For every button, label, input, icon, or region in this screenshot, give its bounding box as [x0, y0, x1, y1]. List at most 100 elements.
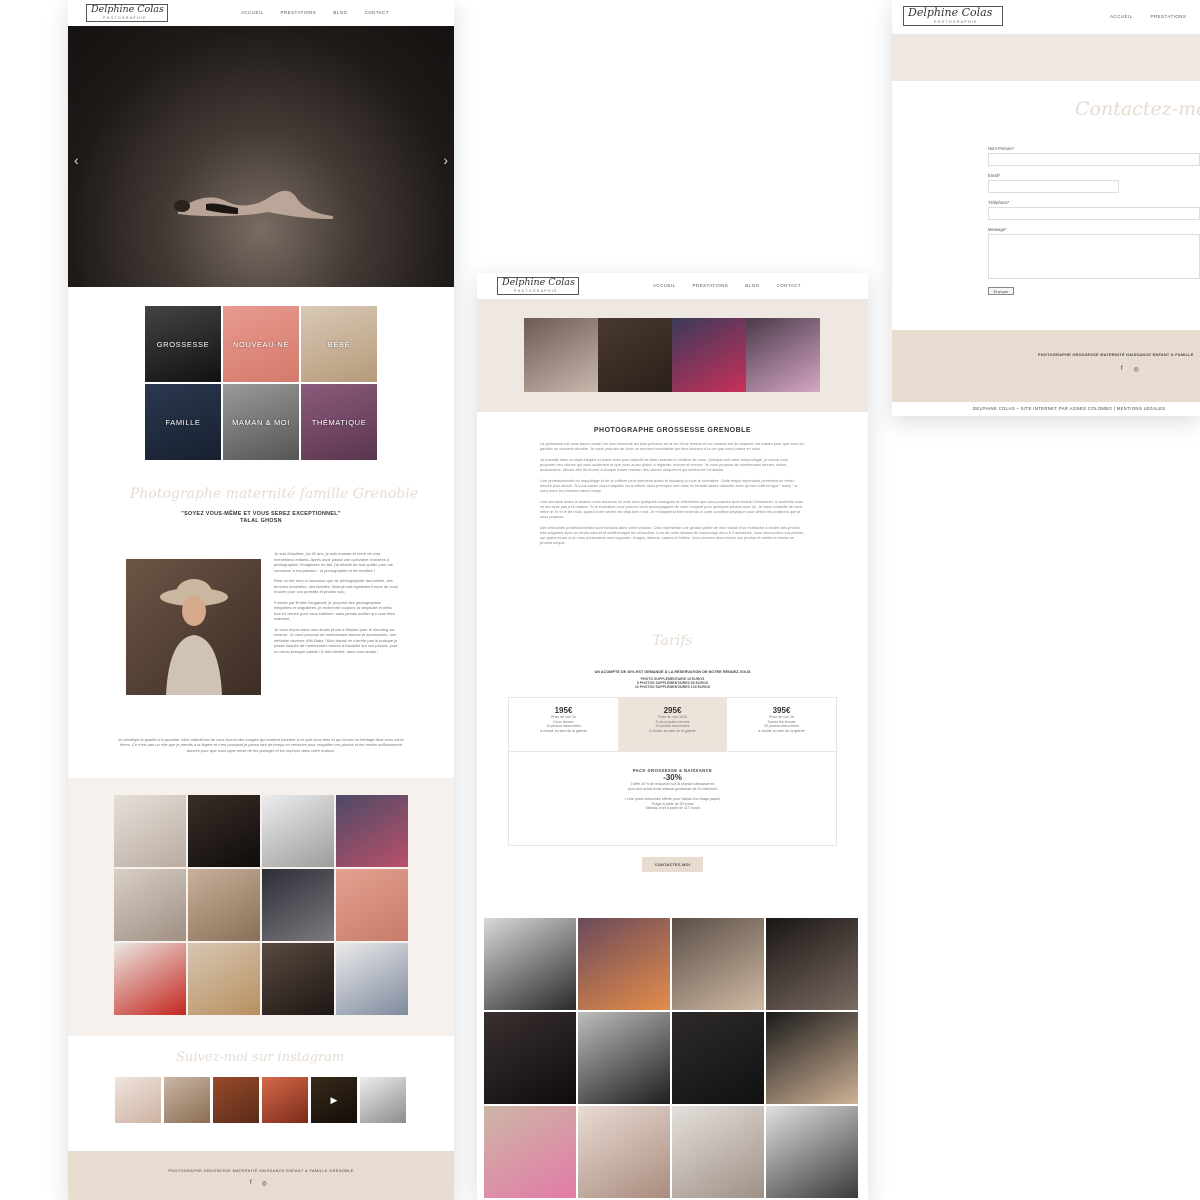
nav-prestations[interactable]: PRESTATIONS [1151, 14, 1187, 19]
home-page-mockup: Delphine Colas PHOTOGRAPHIE ACCUEIL PRES… [68, 0, 454, 1200]
gallery-photo[interactable] [114, 795, 186, 867]
price-option-1: 195€ Prise de vue 1h Deux tenues 10 phot… [509, 698, 618, 751]
nav-links: ACCUEIL PRESTATIONS BLOG CONTACT [241, 10, 389, 15]
site-logo[interactable]: Delphine Colas PHOTOGRAPHIE [497, 277, 579, 295]
logo-script: Delphine Colas [91, 4, 164, 15]
gallery-photo[interactable] [578, 918, 670, 1010]
contact-me-button[interactable]: CONTACTEZ-MOI [642, 857, 703, 872]
tarifs-script-title: Tarifs [652, 633, 693, 649]
slider-next-icon[interactable]: › [443, 152, 448, 168]
nav-contact[interactable]: CONTACT [777, 283, 801, 288]
logo-subtitle: PHOTOGRAPHIE [103, 16, 147, 20]
bio-paragraph: Rien ne me rend si heureuse que de photo… [274, 578, 398, 594]
gallery-photo[interactable] [484, 1012, 576, 1104]
instagram-post[interactable] [360, 1077, 406, 1123]
bio-paragraph: Je vous reçois dans mon studio photo à M… [274, 626, 398, 654]
nav-accueil[interactable]: ACCUEIL [653, 283, 676, 288]
submit-button[interactable]: Envoyer [988, 287, 1014, 295]
instagram-video-post[interactable]: ▶ [311, 1077, 357, 1123]
facebook-icon[interactable]: f [250, 1180, 252, 1187]
contact-footer: PHOTOGRAPHE GROSSESSE MATERNITÉ NAISSANC… [892, 330, 1200, 402]
description-paragraph: Je travaille dans un style élégant et so… [540, 457, 789, 472]
prestations-title: PHOTOGRAPHE GROSSESSE GRENOBLE [593, 427, 752, 434]
nav-accueil[interactable]: ACCUEIL [1110, 14, 1133, 19]
site-logo[interactable]: Delphine Colas PHOTOGRAPHIE [86, 4, 168, 22]
deposit-notice: UN ACOMPTE DE 30% EST DEMANDÉ À LA RÉSER… [594, 670, 751, 674]
gallery-photo[interactable] [114, 869, 186, 941]
category-tile-grossesse[interactable]: GROSSESSE [145, 306, 221, 382]
gallery-photo[interactable] [114, 943, 186, 1015]
contact-navbar: Delphine Colas PHOTOGRAPHIE ACCUEIL PRES… [892, 0, 1200, 34]
email-input[interactable] [988, 180, 1119, 193]
gallery-photo[interactable] [766, 918, 858, 1010]
facebook-icon[interactable]: f [1121, 366, 1123, 373]
instagram-icon[interactable]: ◎ [262, 1180, 267, 1187]
bio-paragraph: Je suis Delphine, j'ai 40 ans, je suis m… [274, 551, 394, 573]
slider-prev-icon[interactable]: ‹ [74, 152, 79, 168]
footer-tagline: PHOTOGRAPHE GROSSESSE MATERNITÉ NAISSANC… [1038, 353, 1194, 357]
instagram-icon[interactable]: ◎ [1134, 366, 1139, 373]
nav-blog[interactable]: BLOG [745, 283, 759, 288]
pack-extra: Tableau d'art à partir de 117 euros [645, 806, 700, 811]
home-footer: PHOTOGRAPHE GROSSESSE MATERNITÉ NAISSANC… [68, 1151, 454, 1200]
gallery-photo[interactable] [672, 1012, 764, 1104]
gallery-photo[interactable] [188, 943, 260, 1015]
nav-contact[interactable]: CONTACT [365, 10, 389, 15]
strip-photo[interactable] [672, 318, 746, 392]
strip-photo[interactable] [598, 318, 672, 392]
instagram-script-title: Suivez-moi sur instagram [176, 1050, 345, 1065]
gallery-photo[interactable] [336, 943, 408, 1015]
strip-photo[interactable] [524, 318, 598, 392]
gallery-photo[interactable] [336, 869, 408, 941]
pricing-columns: 195€ Prise de vue 1h Deux tenues 10 phot… [509, 698, 836, 752]
gallery-photo[interactable] [484, 1106, 576, 1198]
gallery-photo[interactable] [262, 943, 334, 1015]
description-paragraph: Une professionnelle du maquillage et de … [540, 478, 798, 493]
name-input[interactable] [988, 153, 1200, 166]
bio-footnote: Je privilégie la qualité à la quantité. … [118, 737, 404, 753]
category-tile-famille[interactable]: FAMILLE [145, 384, 221, 460]
photo-strip [524, 318, 821, 392]
price-detail: à choisir au sein de la galerie [758, 728, 805, 733]
category-label: THÉMATIQUE [311, 417, 367, 427]
gallery-photo[interactable] [262, 795, 334, 867]
gallery-photo[interactable] [578, 1106, 670, 1198]
gallery-photo[interactable] [336, 795, 408, 867]
instagram-post[interactable] [164, 1077, 210, 1123]
gallery-photo[interactable] [672, 918, 764, 1010]
description-paragraph: La grossesse est sans aucun doute l'un d… [540, 441, 804, 451]
category-tile-maman-moi[interactable]: MAMAN & MOI [223, 384, 299, 460]
nav-accueil[interactable]: ACCUEIL [241, 10, 264, 15]
phone-input[interactable] [988, 207, 1200, 220]
category-tile-bebe[interactable]: BÉBÉ [301, 306, 377, 382]
category-tile-nouveau-ne[interactable]: NOUVEAU-NÉ [223, 306, 299, 382]
nav-prestations[interactable]: PRESTATIONS [281, 10, 317, 15]
portrait-photo [126, 559, 261, 695]
instagram-post[interactable] [213, 1077, 259, 1123]
category-tile-thematique[interactable]: THÉMATIQUE [301, 384, 377, 460]
gallery-photo[interactable] [672, 1106, 764, 1198]
strip-photo[interactable] [746, 318, 820, 392]
logo-script: Delphine Colas [502, 277, 575, 288]
gallery-photo[interactable] [262, 869, 334, 941]
gallery-photo[interactable] [578, 1012, 670, 1104]
pack-discount: -30% [663, 773, 682, 782]
gallery-photo[interactable] [188, 795, 260, 867]
site-logo[interactable]: Delphine Colas PHOTOGRAPHIE [903, 6, 1003, 26]
category-label: NOUVEAU-NÉ [232, 339, 289, 349]
message-textarea[interactable] [988, 234, 1200, 279]
pricing-table: 195€ Prise de vue 1h Deux tenues 10 phot… [508, 697, 837, 846]
instagram-post[interactable] [115, 1077, 161, 1123]
nav-blog[interactable]: BLOG [333, 10, 347, 15]
gallery-photo[interactable] [188, 869, 260, 941]
gallery-photo[interactable] [766, 1012, 858, 1104]
gallery-photo[interactable] [766, 1106, 858, 1198]
nav-prestations[interactable]: PRESTATIONS [693, 283, 729, 288]
price-option-2: 295€ Prise de vue 1h30 Trois à quatre te… [618, 698, 727, 751]
site-credits[interactable]: DELPHINE COLAS – SITE INTERNET PAR AGNES… [973, 406, 1165, 411]
description-paragraph: Une semaine avant la séance nous trouvon… [540, 499, 803, 519]
prestations-description: La grossesse est sans aucun doute l'un d… [540, 441, 804, 551]
play-icon: ▶ [330, 1094, 338, 1105]
gallery-photo[interactable] [484, 918, 576, 1010]
instagram-post[interactable] [262, 1077, 308, 1123]
